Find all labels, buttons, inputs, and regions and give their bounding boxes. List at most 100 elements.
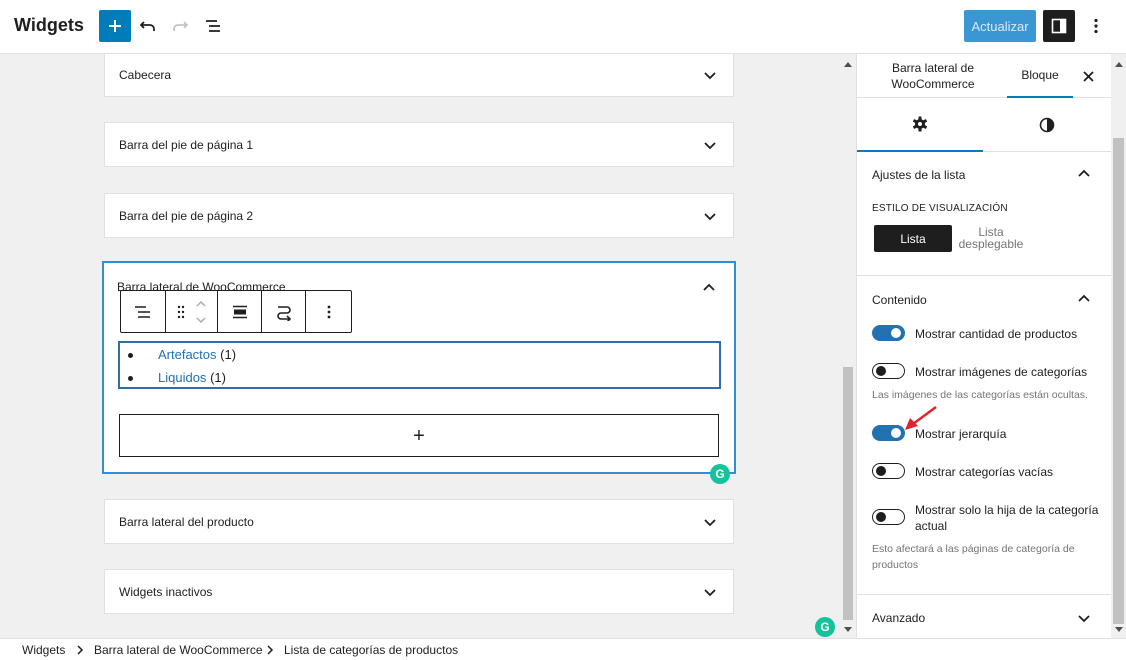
transform-button[interactable]: [262, 291, 306, 332]
settings-sidebar: Barra lateral de WooCommerce Bloque Ajus…: [856, 54, 1126, 638]
scroll-up-icon[interactable]: [841, 58, 854, 70]
widget-area-cabecera[interactable]: Cabecera: [104, 54, 734, 97]
contrast-icon: [1039, 117, 1055, 133]
style-option-list[interactable]: Lista: [874, 225, 952, 252]
plus-icon: [109, 20, 121, 32]
move-up-down-icon[interactable]: [195, 299, 207, 325]
list-view-icon: [206, 20, 220, 32]
chevron-up-icon[interactable]: [1077, 167, 1091, 181]
scroll-up-icon[interactable]: [1112, 58, 1125, 70]
breadcrumb-item[interactable]: Barra lateral de WooCommerce: [94, 643, 263, 657]
undo-button[interactable]: [135, 13, 161, 39]
toggle-label: Mostrar categorías vacías: [915, 465, 1054, 479]
redo-icon: [173, 21, 189, 31]
chevron-up-icon[interactable]: [702, 281, 716, 295]
add-block-button[interactable]: [99, 10, 131, 42]
more-vertical-icon: [327, 305, 330, 318]
chevron-down-icon: [704, 212, 716, 220]
tab-settings[interactable]: [857, 98, 983, 152]
inspector-tabs: [857, 98, 1111, 152]
more-options-button[interactable]: [1086, 13, 1106, 39]
toggle-show-empty-categories[interactable]: [872, 463, 905, 479]
chevron-down-icon: [704, 518, 716, 526]
settings-sidebar-toggle[interactable]: [1043, 10, 1075, 42]
display-style-label: ESTILO DE VISUALIZACIÓN: [872, 203, 1008, 214]
chevron-down-icon[interactable]: [1077, 611, 1091, 625]
list-item: Artefactos (1): [128, 347, 237, 362]
category-count: (1): [220, 347, 237, 362]
scroll-down-icon[interactable]: [1112, 624, 1125, 636]
list-view-icon: [135, 305, 150, 318]
widget-area-woocommerce-sidebar[interactable]: Barra lateral de WooCommerce Artefactos …: [102, 261, 736, 474]
tab-styles[interactable]: [984, 98, 1110, 152]
panel-advanced-title[interactable]: Avanzado: [872, 611, 925, 625]
chevron-right-icon: [267, 645, 274, 655]
chevron-right-icon: [77, 645, 84, 655]
add-block-appender[interactable]: +: [119, 414, 719, 457]
close-icon: [1082, 70, 1094, 82]
toggle-knob: [876, 365, 886, 376]
help-text: Esto afectará a las páginas de categoría…: [872, 543, 1075, 571]
move-controls: [166, 291, 218, 332]
sidebar-scroll-thumb[interactable]: [1113, 138, 1124, 624]
toggle-knob: [876, 511, 886, 522]
divider: [857, 275, 1111, 276]
breadcrumb-item[interactable]: Lista de categorías de productos: [284, 643, 458, 657]
chevron-down-icon: [704, 588, 716, 596]
widget-area-footer-2[interactable]: Barra del pie de página 2: [104, 193, 734, 238]
scroll-down-icon[interactable]: [841, 624, 854, 636]
category-count: (1): [210, 370, 226, 385]
update-button[interactable]: Actualizar: [964, 10, 1036, 42]
page-title: Widgets: [14, 15, 84, 35]
style-option-dropdown[interactable]: Lista desplegable: [955, 226, 1027, 250]
toggle-label: Mostrar jerarquía: [915, 427, 1007, 441]
list-item: Liquidos (1): [128, 370, 226, 385]
bullet-icon: [128, 376, 133, 381]
panel-list-settings-title[interactable]: Ajustes de la lista: [872, 168, 965, 182]
drag-handle-icon[interactable]: [177, 305, 185, 319]
widget-area-title: Barra del pie de página 2: [119, 208, 254, 223]
close-sidebar-button[interactable]: [1079, 67, 1097, 85]
widget-area-product-sidebar[interactable]: Barra lateral del producto: [104, 499, 734, 544]
toggle-show-category-images[interactable]: [872, 363, 905, 379]
grammarly-icon[interactable]: G: [815, 617, 835, 637]
grammarly-icon[interactable]: G: [710, 464, 730, 484]
sidebar-tabs: Barra lateral de WooCommerce Bloque: [857, 54, 1111, 98]
canvas-scroll-thumb[interactable]: [843, 367, 853, 620]
widget-area-title: Barra del pie de página 1: [119, 137, 254, 152]
more-vertical-icon: [1094, 18, 1098, 34]
block-options-button[interactable]: [306, 291, 351, 332]
category-link[interactable]: Artefactos: [158, 347, 217, 362]
plus-icon: +: [413, 424, 425, 447]
category-link[interactable]: Liquidos: [158, 370, 206, 385]
toggle-knob: [891, 428, 901, 438]
align-button[interactable]: [218, 291, 262, 332]
block-type-button[interactable]: [121, 291, 166, 332]
widgets-canvas: Cabecera Barra del pie de página 1 Barra…: [0, 54, 856, 638]
widget-area-title: Barra lateral del producto: [119, 514, 254, 529]
align-wide-icon: [232, 305, 247, 318]
redo-button[interactable]: [167, 13, 193, 39]
transform-icon: [276, 305, 291, 321]
help-text: Las imágenes de las categorías están ocu…: [872, 389, 1088, 401]
widget-area-footer-1[interactable]: Barra del pie de página 1: [104, 122, 734, 167]
widget-area-inactive[interactable]: Widgets inactivos: [104, 569, 734, 614]
toggle-label: Mostrar solo la hija de la categoría act…: [915, 503, 1099, 533]
top-toolbar: Widgets Actualizar: [0, 0, 1126, 54]
toggle-knob: [891, 328, 901, 338]
tab-widget-area[interactable]: Barra lateral de WooCommerce: [875, 60, 991, 92]
panel-content-title[interactable]: Contenido: [872, 293, 927, 307]
breadcrumb-item[interactable]: Widgets: [22, 643, 65, 657]
list-view-button[interactable]: [200, 13, 226, 39]
gear-icon: [912, 116, 928, 132]
toggle-show-product-count[interactable]: [872, 325, 905, 341]
toggle-label: Mostrar cantidad de productos: [915, 327, 1078, 341]
undo-icon: [139, 21, 155, 31]
product-categories-block[interactable]: Artefactos (1) Liquidos (1): [118, 341, 721, 389]
divider: [857, 594, 1111, 595]
tab-block[interactable]: Bloque: [1007, 54, 1073, 98]
chevron-up-icon[interactable]: [1077, 292, 1091, 306]
toggle-label: Mostrar imágenes de categorías: [915, 365, 1088, 379]
toggle-show-only-children[interactable]: [872, 509, 905, 525]
block-toolbar: [120, 290, 352, 333]
